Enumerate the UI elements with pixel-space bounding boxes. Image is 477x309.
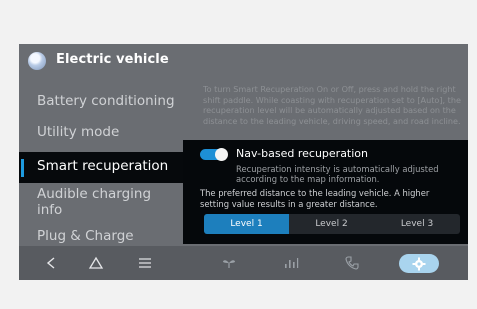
back-button[interactable] (41, 246, 61, 280)
menu-item-label: Smart recuperation (37, 158, 169, 174)
settings-button[interactable] (399, 254, 439, 273)
nav-recuperation-subtitle: Recuperation intensity is automatically … (236, 164, 439, 184)
phone-icon (345, 256, 359, 270)
menu-button[interactable] (135, 246, 155, 280)
level-selector: Level 1 Level 2 Level 3 (204, 214, 460, 234)
menu-item-label: Utility mode (37, 124, 120, 140)
phone-button[interactable] (342, 246, 362, 280)
climate-button[interactable] (219, 246, 239, 280)
home-icon (88, 256, 104, 269)
selection-indicator (21, 159, 24, 177)
ev-globe-icon (28, 52, 46, 70)
infotainment-screen: Electric vehicle Battery conditioning Ut… (19, 44, 468, 280)
menu-item-audible-charging-info[interactable]: Audible charging info (19, 186, 189, 222)
nav-recuperation-panel: Nav-based recuperation Recuperation inte… (183, 140, 468, 244)
menu-item-smart-recuperation[interactable]: Smart recuperation (19, 152, 189, 183)
media-bars-icon (285, 258, 299, 268)
smart-recuperation-description: To turn Smart Recuperation On or Off, pr… (203, 84, 461, 126)
level-3-option[interactable]: Level 3 (374, 214, 460, 234)
menu-icon (139, 258, 151, 268)
settings-gear-icon (412, 257, 426, 270)
climate-fan-icon (223, 260, 235, 268)
level-1-option[interactable]: Level 1 (204, 214, 289, 234)
back-icon (46, 257, 55, 269)
media-button[interactable] (281, 246, 301, 280)
nav-recuperation-title: Nav-based recuperation (236, 147, 369, 160)
menu-item-label: Plug & Charge (37, 228, 134, 244)
header: Electric vehicle (19, 44, 468, 76)
toggle-knob (215, 148, 228, 161)
menu-item-label: Audible charging info (37, 186, 152, 218)
home-button[interactable] (86, 246, 106, 280)
page-title: Electric vehicle (56, 52, 169, 67)
menu-item-label: Battery conditioning (37, 93, 175, 109)
distance-preference-text: The preferred distance to the leading ve… (200, 188, 430, 209)
level-2-option[interactable]: Level 2 (289, 214, 374, 234)
menu-item-utility-mode[interactable]: Utility mode (19, 124, 189, 154)
bottom-navbar (19, 246, 468, 280)
menu-item-battery-conditioning[interactable]: Battery conditioning (19, 93, 189, 123)
nav-recuperation-toggle[interactable] (200, 148, 228, 161)
